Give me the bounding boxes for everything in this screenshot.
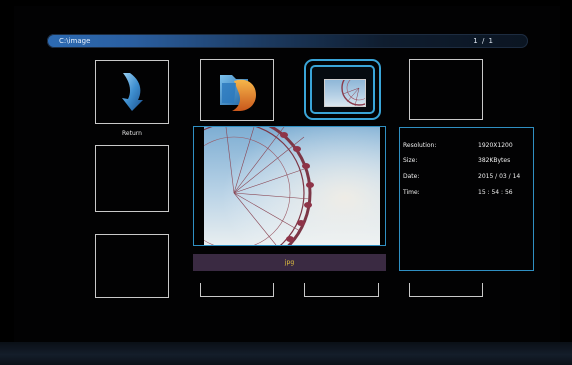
date-label: Date: <box>403 173 420 180</box>
size-value: 382KBytes <box>478 157 511 164</box>
file-extension-bar: jpg <box>193 254 386 271</box>
size-label: Size: <box>403 157 418 164</box>
resolution-value: 1920X1200 <box>478 142 513 149</box>
empty-tile-top-right[interactable] <box>409 59 483 120</box>
path-bar: C:\image 1 / 1 <box>47 34 528 48</box>
return-label: Return <box>122 130 142 137</box>
file-info-panel: Resolution: 1920X1200 Size: 382KBytes Da… <box>399 127 534 271</box>
time-label: Time: <box>403 189 420 196</box>
folder-icon <box>220 75 256 111</box>
bottom-band <box>0 342 572 365</box>
bottom-tile-2[interactable] <box>304 283 379 297</box>
empty-tile-left-bottom[interactable] <box>95 234 169 298</box>
date-value: 2015 / 03 / 14 <box>478 173 521 180</box>
file-extension: jpg <box>284 259 295 266</box>
return-arrow-icon <box>122 73 143 111</box>
ferris-wheel-photo <box>204 127 380 245</box>
image-preview <box>193 126 386 246</box>
current-path: C:\image <box>59 37 91 45</box>
selected-image-frame <box>310 65 375 114</box>
screen: C:\image 1 / 1 Return jpg Resolution: 19… <box>0 0 572 365</box>
empty-tile-left-middle[interactable] <box>95 145 169 212</box>
folder-tile[interactable] <box>200 59 274 121</box>
bottom-tile-3[interactable] <box>409 283 483 297</box>
resolution-label: Resolution: <box>403 142 437 149</box>
selected-image-tile[interactable] <box>304 59 381 120</box>
ferris-wheel-thumbnail <box>324 79 366 107</box>
return-tile[interactable] <box>95 60 169 124</box>
time-value: 15 : 54 : 56 <box>478 189 513 196</box>
page-indicator: 1 / 1 <box>473 37 494 45</box>
bottom-tile-1[interactable] <box>200 283 274 297</box>
